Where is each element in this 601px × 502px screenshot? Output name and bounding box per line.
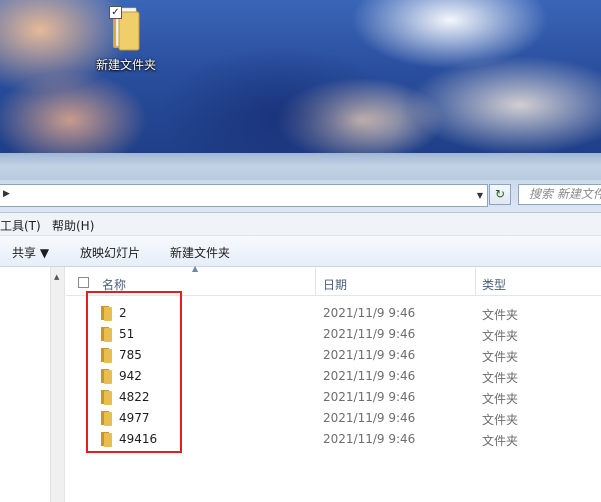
scroll-up-icon[interactable]: ▲ bbox=[54, 273, 59, 281]
file-date: 2021/11/9 9:46 bbox=[323, 369, 416, 383]
sort-ascending-icon: ▲ bbox=[192, 264, 199, 273]
file-type: 文件夹 bbox=[482, 434, 519, 448]
file-date: 2021/11/9 9:46 bbox=[323, 411, 416, 425]
file-type: 文件夹 bbox=[482, 308, 519, 322]
select-all-checkbox[interactable] bbox=[78, 277, 89, 288]
highlight-annotation bbox=[86, 291, 182, 453]
search-input[interactable]: 搜索 新建文件 bbox=[518, 184, 601, 205]
wallpaper-swirl bbox=[150, 40, 410, 153]
address-bar-row: ▶ ▼ ↻ 搜索 新建文件 bbox=[0, 180, 601, 213]
column-divider[interactable] bbox=[475, 267, 476, 295]
file-type: 文件夹 bbox=[482, 350, 519, 364]
menu-help[interactable]: 帮助(H) bbox=[52, 217, 94, 234]
new-folder-button[interactable]: 新建文件夹 bbox=[170, 244, 230, 261]
slideshow-button[interactable]: 放映幻灯片 bbox=[80, 244, 140, 261]
file-type: 文件夹 bbox=[482, 329, 519, 343]
file-date: 2021/11/9 9:46 bbox=[323, 327, 416, 341]
file-type: 文件夹 bbox=[482, 392, 519, 406]
selection-checkbox[interactable]: ✓ bbox=[109, 6, 122, 19]
desktop-folder-shortcut[interactable]: ✓ 新建文件夹 bbox=[88, 6, 164, 73]
folder-icon: ✓ bbox=[109, 6, 143, 52]
refresh-button[interactable]: ↻ bbox=[489, 184, 511, 205]
navigation-scrollbar[interactable]: ▲ bbox=[50, 267, 65, 502]
address-input[interactable]: ▶ ▼ bbox=[0, 184, 488, 207]
file-date: 2021/11/9 9:46 bbox=[323, 306, 416, 320]
file-type: 文件夹 bbox=[482, 413, 519, 427]
desktop-icon-label: 新建文件夹 bbox=[95, 58, 156, 72]
file-type: 文件夹 bbox=[482, 371, 519, 385]
file-date: 2021/11/9 9:46 bbox=[323, 432, 416, 446]
menu-bar: 工具(T) 帮助(H) bbox=[0, 213, 601, 236]
desktop-wallpaper: ✓ 新建文件夹 bbox=[0, 0, 601, 153]
breadcrumb-chevron-icon[interactable]: ▶ bbox=[3, 189, 10, 199]
column-header-type[interactable]: 类型 bbox=[482, 276, 506, 293]
share-button[interactable]: 共享 ▼ bbox=[12, 244, 49, 261]
menu-tools[interactable]: 工具(T) bbox=[0, 217, 41, 234]
refresh-icon: ↻ bbox=[494, 187, 506, 201]
file-date: 2021/11/9 9:46 bbox=[323, 390, 416, 404]
column-divider[interactable] bbox=[315, 267, 316, 295]
command-toolbar: 共享 ▼ 放映幻灯片 新建文件夹 bbox=[0, 236, 601, 267]
navigation-pane[interactable] bbox=[0, 267, 50, 502]
column-header-date[interactable]: 日期 bbox=[323, 276, 347, 293]
window-titlebar[interactable] bbox=[0, 153, 601, 180]
file-date: 2021/11/9 9:46 bbox=[323, 348, 416, 362]
chevron-down-icon[interactable]: ▼ bbox=[477, 191, 483, 200]
